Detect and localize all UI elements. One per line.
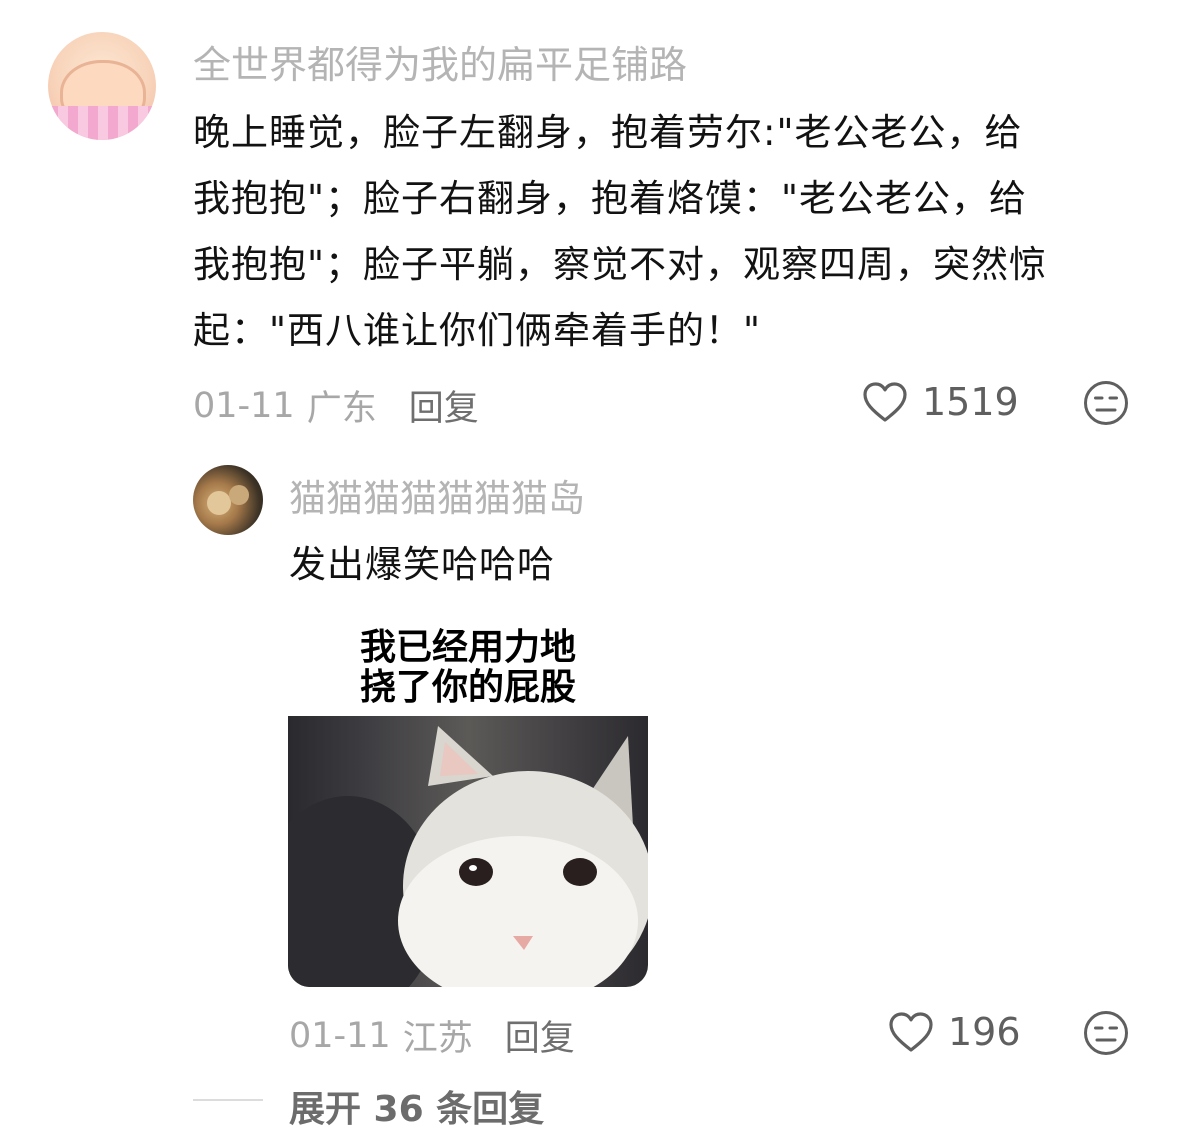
comment-text-line: 我抱抱"；脸子平躺，察觉不对，观察四周，突然惊 — [193, 243, 1048, 286]
meme-caption-line: 挠了你的屁股 — [359, 667, 576, 708]
avatar[interactable] — [48, 32, 156, 140]
comment-username[interactable]: 全世界都得为我的扁平足铺路 — [193, 46, 687, 84]
reply-text-line: 发出爆笑哈哈哈 — [289, 543, 555, 586]
reply-like-count: 196 — [948, 1010, 1021, 1054]
expand-replies-button[interactable]: 展开 36 条回复 — [289, 1080, 544, 1132]
reply-meta: 01-11 江苏 回复 — [289, 1010, 575, 1061]
like-count: 1519 — [922, 380, 1019, 424]
reply-reply-button[interactable]: 回复 — [505, 1010, 575, 1061]
divider — [193, 1099, 263, 1101]
reply-username[interactable]: 猫猫猫猫猫猫猫岛 — [289, 480, 585, 517]
heart-outline-icon — [863, 382, 907, 422]
comment-location: 广东 — [306, 389, 377, 429]
reply-text: 发出爆笑哈哈哈 — [289, 532, 555, 598]
meme-caption-line: 我已经用力地 — [359, 627, 576, 668]
reply-location: 江苏 — [402, 1019, 473, 1059]
comment-date: 01-11 — [193, 385, 295, 426]
avatar-detail — [207, 491, 231, 515]
meme-caption: 我已经用力地 挠了你的屁股 — [288, 628, 648, 708]
meme-image[interactable] — [288, 716, 648, 987]
comment-text-line: 起："西八谁让你们俩牵着手的！" — [193, 309, 762, 352]
comment-text: 晚上睡觉，脸子左翻身，抱着劳尔:"老公老公，给 我抱抱"；脸子右翻身，抱着烙馍：… — [193, 100, 1047, 364]
avatar-detail — [229, 485, 249, 505]
heart-outline-icon — [889, 1012, 933, 1052]
meh-face-icon[interactable] — [1083, 1010, 1129, 1056]
white-cat-photo — [288, 726, 648, 987]
comment-text-line: 晚上睡觉，脸子左翻身，抱着劳尔:"老公老公，给 — [193, 111, 1023, 154]
meh-face-icon[interactable] — [1083, 380, 1129, 426]
reply-avatar[interactable] — [193, 465, 263, 535]
comment-text-line: 我抱抱"；脸子右翻身，抱着烙馍："老公老公，给 — [193, 177, 1028, 220]
reply-date: 01-11 — [289, 1015, 391, 1056]
reply-like-button[interactable]: 196 — [888, 1010, 1021, 1054]
reply-button[interactable]: 回复 — [409, 380, 479, 431]
comment-meta: 01-11 广东 回复 — [193, 380, 479, 431]
comment-thread: 全世界都得为我的扁平足铺路 晚上睡觉，脸子左翻身，抱着劳尔:"老公老公，给 我抱… — [0, 0, 1179, 1140]
like-button[interactable]: 1519 — [862, 380, 1019, 424]
avatar-stripe — [48, 106, 156, 140]
